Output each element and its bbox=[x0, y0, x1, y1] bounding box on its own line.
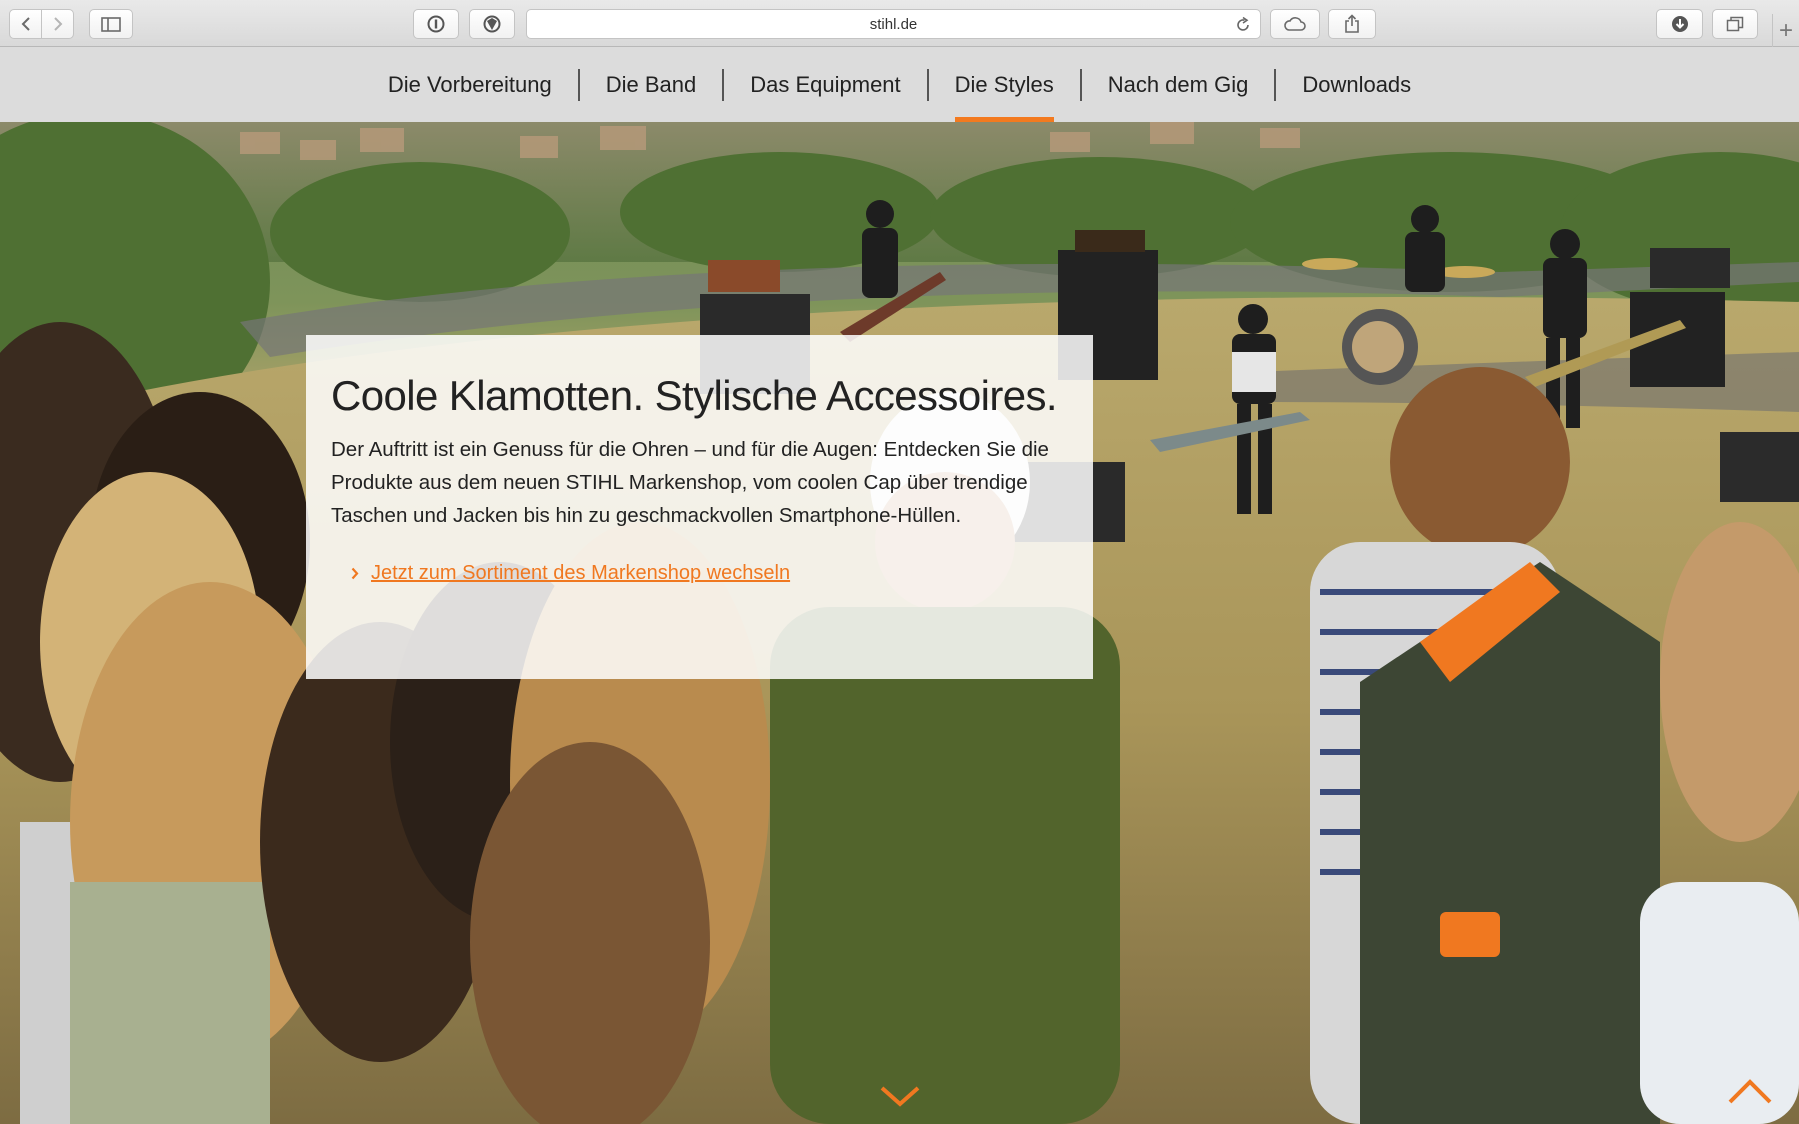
markenshop-link-label: Jetzt zum Sortiment des Markenshop wechs… bbox=[371, 562, 791, 585]
chevron-right-icon bbox=[351, 567, 359, 580]
chevron-down-icon bbox=[880, 1086, 920, 1107]
nav-item-band[interactable]: Die Band bbox=[580, 47, 723, 122]
nav-item-nach-dem-gig[interactable]: Nach dem Gig bbox=[1082, 47, 1275, 122]
browser-toolbar: stihl.de + bbox=[0, 0, 1799, 47]
nav-item-downloads[interactable]: Downloads bbox=[1276, 47, 1437, 122]
nav-item-styles[interactable]: Die Styles bbox=[929, 47, 1080, 122]
reload-icon[interactable] bbox=[1235, 16, 1251, 33]
address-url: stihl.de bbox=[869, 15, 918, 33]
sidebar-icon bbox=[101, 16, 121, 32]
plus-icon: + bbox=[1778, 16, 1793, 44]
extension-button-2[interactable] bbox=[469, 9, 515, 39]
chevron-left-icon bbox=[21, 17, 30, 31]
sidebar-toggle-button[interactable] bbox=[89, 9, 133, 39]
hero-section: Coole Klamotten. Stylische Accessoires. … bbox=[0, 122, 1799, 1124]
extension-button-1[interactable] bbox=[413, 9, 459, 39]
nav-item-equipment[interactable]: Das Equipment bbox=[724, 47, 926, 122]
chevron-up-icon bbox=[1728, 1079, 1772, 1104]
nav-item-label: Downloads bbox=[1302, 71, 1412, 97]
teaser-title: Coole Klamotten. Stylische Accessoires. bbox=[331, 372, 1058, 419]
show-all-tabs-button[interactable] bbox=[1712, 9, 1758, 39]
forward-button[interactable] bbox=[41, 9, 74, 39]
site-navigation: Die Vorbereitung Die Band Das Equipment … bbox=[0, 47, 1799, 122]
nav-item-label: Die Band bbox=[605, 71, 697, 97]
info-shield-icon bbox=[427, 15, 445, 33]
markenshop-link[interactable]: Jetzt zum Sortiment des Markenshop wechs… bbox=[351, 562, 1067, 585]
nav-item-label: Das Equipment bbox=[750, 71, 901, 97]
download-icon bbox=[1671, 16, 1688, 32]
new-tab-button[interactable]: + bbox=[1772, 14, 1799, 47]
nav-item-label: Nach dem Gig bbox=[1107, 71, 1249, 97]
scroll-down-button[interactable] bbox=[876, 1080, 924, 1110]
chevron-right-icon bbox=[53, 17, 62, 31]
cloud-icon bbox=[1284, 17, 1306, 31]
back-to-top-button[interactable] bbox=[1724, 1074, 1776, 1108]
nav-item-label: Die Styles bbox=[954, 71, 1054, 97]
downloads-button[interactable] bbox=[1656, 9, 1703, 39]
back-button[interactable] bbox=[9, 9, 42, 39]
address-bar[interactable]: stihl.de bbox=[526, 9, 1261, 39]
styles-teaser-box: Coole Klamotten. Stylische Accessoires. … bbox=[306, 335, 1093, 679]
nav-item-label: Die Vorbereitung bbox=[387, 71, 552, 97]
tabs-overview-icon bbox=[1726, 16, 1744, 32]
share-button[interactable] bbox=[1328, 9, 1376, 39]
privacy-shield-icon bbox=[483, 15, 501, 33]
share-icon bbox=[1345, 14, 1359, 33]
icloud-tabs-button[interactable] bbox=[1270, 9, 1320, 39]
teaser-body: Der Auftritt ist ein Genuss für die Ohre… bbox=[331, 438, 1049, 528]
nav-item-vorbereitung[interactable]: Die Vorbereitung bbox=[362, 47, 578, 122]
